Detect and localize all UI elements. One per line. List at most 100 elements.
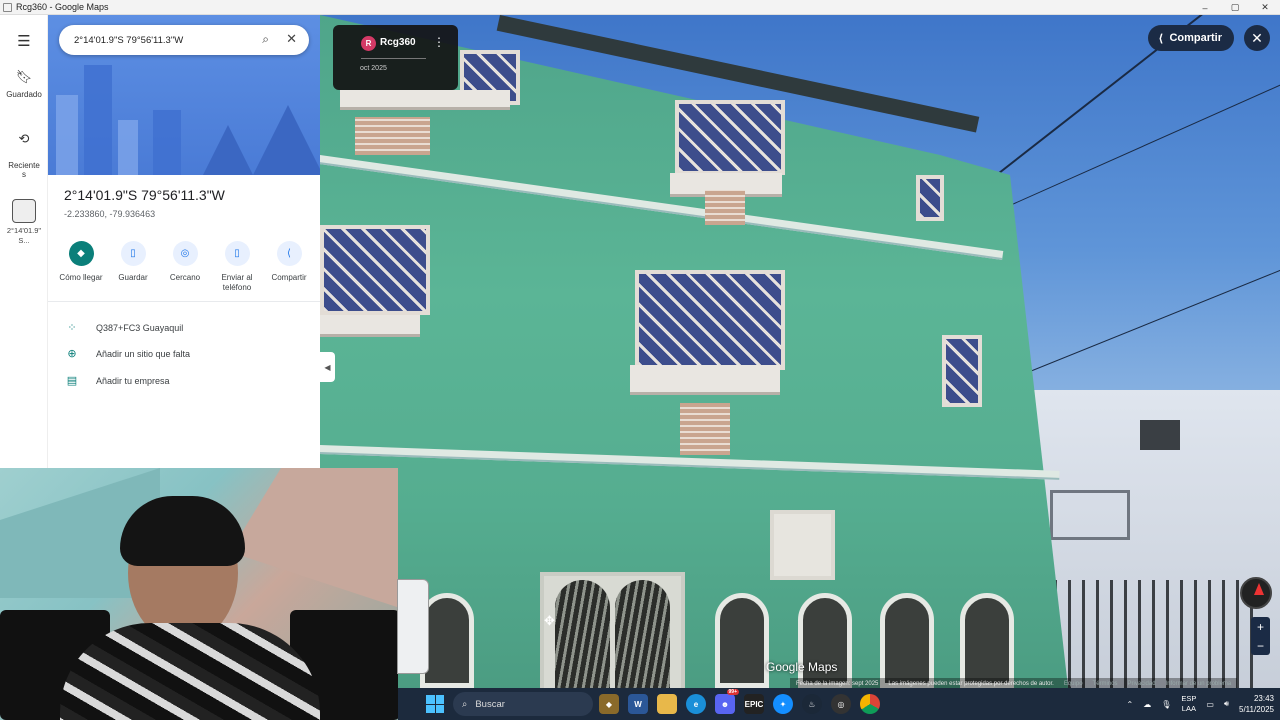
close-streetview-button[interactable]: ✕	[1244, 25, 1270, 51]
zoom-control: + −	[1251, 617, 1270, 655]
zoom-out-button[interactable]: −	[1257, 639, 1264, 653]
capture-date: oct 2025	[360, 65, 387, 72]
report-link[interactable]: Informar de un problema	[1166, 681, 1232, 687]
brick-vent	[705, 190, 745, 225]
copyright-notice: Las imágenes pueden estar protegidas por…	[888, 680, 1054, 687]
share-place-button[interactable]: ⟨ Compartir	[264, 241, 314, 293]
game-app-icon[interactable]: ◆	[599, 694, 619, 714]
door-panel	[615, 580, 670, 688]
terms-link[interactable]: Términos	[1093, 681, 1118, 687]
author-name[interactable]: Rcg360	[380, 37, 416, 48]
directions-button[interactable]: ◆ Cómo llegar	[56, 241, 106, 293]
taskbar-search-label: Buscar	[475, 698, 505, 710]
lang-bottom: LAA	[1181, 704, 1196, 713]
send-to-phone-button[interactable]: ▯ Enviar al teléfono	[212, 241, 262, 293]
window-titlebar: Rcg360 - Google Maps – ▢ ✕	[0, 0, 1280, 15]
chrome-icon[interactable]	[860, 694, 880, 714]
privacy-link[interactable]: Privacidad	[1128, 681, 1156, 687]
hero-illustration: 2°14'01.9"S 79°56'11.3"W ⌕ ✕	[48, 15, 320, 175]
steam-icon[interactable]: ♨	[802, 694, 822, 714]
discord-icon[interactable]: ☻ 99+	[715, 689, 739, 714]
add-missing-place-row[interactable]: ⊕ Añadir un sitio que falta	[64, 347, 190, 360]
date: 5/11/2025	[1239, 705, 1274, 714]
door-panel	[555, 580, 610, 688]
menu-button[interactable]: ☰	[0, 32, 48, 50]
edge-icon[interactable]: e	[686, 694, 706, 714]
battle-net-icon[interactable]: ✦	[773, 694, 793, 714]
action-label: Cómo llegar	[59, 273, 103, 282]
action-label: Cercano	[169, 273, 201, 282]
divider	[48, 301, 320, 302]
plus-code-icon: ⁘	[67, 322, 77, 334]
team-link[interactable]: Equipo	[1064, 681, 1083, 687]
arched-window	[960, 593, 1014, 688]
action-buttons: ◆ Cómo llegar ▯ Guardar ◎ Cercano ▯ Envi…	[56, 241, 314, 293]
clear-search-icon[interactable]: ✕	[286, 31, 297, 47]
plus-code: Q387+FC3 Guayaquil	[96, 322, 184, 333]
place-panel: 2°14'01.9"S 79°56'11.3"W ⌕ ✕ 2°14'01.9"S…	[48, 15, 320, 468]
close-window-button[interactable]: ✕	[1250, 0, 1280, 15]
clock[interactable]: 23:43 5/11/2025	[1239, 693, 1274, 715]
share-icon: ⟨	[276, 241, 302, 266]
photo-info-card[interactable]: R Rcg360 ⋮ oct 2025	[333, 25, 458, 90]
file-explorer-icon[interactable]	[657, 694, 677, 714]
search-input[interactable]: 2°14'01.9"S 79°56'11.3"W	[74, 35, 183, 46]
maximize-button[interactable]: ▢	[1220, 0, 1250, 15]
nearby-icon: ◎	[172, 241, 198, 266]
collapse-panel-button[interactable]: ◀	[320, 352, 335, 382]
brick-vent	[355, 117, 430, 155]
window-sill	[320, 315, 420, 337]
grill-window	[770, 510, 835, 580]
window-sill	[630, 365, 780, 395]
share-icon: ⟨	[1158, 32, 1164, 45]
add-place-icon: ⊕	[67, 348, 77, 360]
rail-item-saved[interactable]: 🔖︎ Guardado	[0, 69, 48, 99]
rail-item-recent[interactable]: ⟲ Reciente s	[0, 122, 48, 179]
taskbar-search[interactable]: ⌕ Buscar	[453, 692, 593, 716]
chevron-up-icon[interactable]: ⌃	[1127, 700, 1134, 709]
streamer-shirt	[60, 623, 320, 720]
windows-taskbar: ⌕ Buscar ◆ W e ☻ 99+ EPIC ✦ ♨ ◎ ⌃ ☁ 🎙︎ ES…	[398, 688, 1280, 720]
window-sill	[340, 90, 510, 110]
recent-place-label[interactable]: 2°14'01.9" S...	[0, 226, 48, 246]
nearby-button[interactable]: ◎ Cercano	[160, 241, 210, 293]
search-icon[interactable]: ⌕	[262, 32, 269, 47]
more-options-icon[interactable]: ⋮	[433, 35, 445, 49]
windows-start-icon[interactable]	[426, 695, 444, 713]
balcony-window	[320, 225, 430, 315]
rail-saved-label: Guardado	[6, 90, 42, 99]
minimap[interactable]	[397, 579, 429, 674]
history-icon: ⟲	[18, 131, 30, 146]
network-icon[interactable]: ▭	[1206, 700, 1214, 709]
window-title: Rcg360 - Google Maps	[16, 2, 109, 12]
notification-badge: 99+	[726, 689, 739, 695]
epic-games-icon[interactable]: EPIC	[744, 694, 764, 714]
add-missing-label: Añadir un sitio que falta	[96, 348, 191, 359]
balcony-window	[635, 270, 785, 370]
language-indicator[interactable]: ESP LAA	[1181, 694, 1196, 714]
volume-icon[interactable]: 🔊︎	[1224, 699, 1229, 709]
add-business-row[interactable]: ▤ Añadir tu empresa	[64, 374, 170, 387]
window-controls: – ▢ ✕	[1190, 0, 1280, 15]
app-icon	[3, 2, 12, 12]
taskbar-apps: ◆ W e ☻ 99+ EPIC ✦ ♨ ◎	[599, 689, 880, 714]
zoom-in-button[interactable]: +	[1257, 620, 1264, 634]
obs-icon[interactable]: ◎	[831, 694, 851, 714]
street-view-panorama[interactable]: ◀ R Rcg360 ⋮ oct 2025 ⟨ Compartir ✕ + − …	[320, 15, 1280, 688]
word-icon[interactable]: W	[628, 694, 648, 714]
author-avatar: R	[361, 36, 376, 51]
minimize-button[interactable]: –	[1190, 0, 1220, 15]
balcony-window	[675, 100, 785, 175]
recent-place-thumbnail[interactable]	[12, 199, 36, 223]
storefront-icon: ▤	[66, 375, 78, 387]
place-title: 2°14'01.9"S 79°56'11.3"W	[64, 187, 225, 203]
search-box[interactable]: 2°14'01.9"S 79°56'11.3"W ⌕ ✕	[59, 25, 309, 55]
share-button[interactable]: ⟨ Compartir	[1148, 25, 1234, 51]
plus-code-row[interactable]: ⁘ Q387+FC3 Guayaquil	[64, 321, 183, 334]
compass-icon[interactable]	[1240, 577, 1272, 609]
microphone-icon[interactable]: 🎙︎	[1161, 700, 1171, 709]
onedrive-icon[interactable]: ☁	[1143, 700, 1151, 709]
move-cursor-icon: ✥	[544, 613, 555, 628]
system-tray: ⌃ ☁ 🎙︎ ESP LAA ▭ 🔊︎ 23:43 5/11/2025	[1127, 688, 1274, 720]
save-button[interactable]: ▯ Guardar	[108, 241, 158, 293]
